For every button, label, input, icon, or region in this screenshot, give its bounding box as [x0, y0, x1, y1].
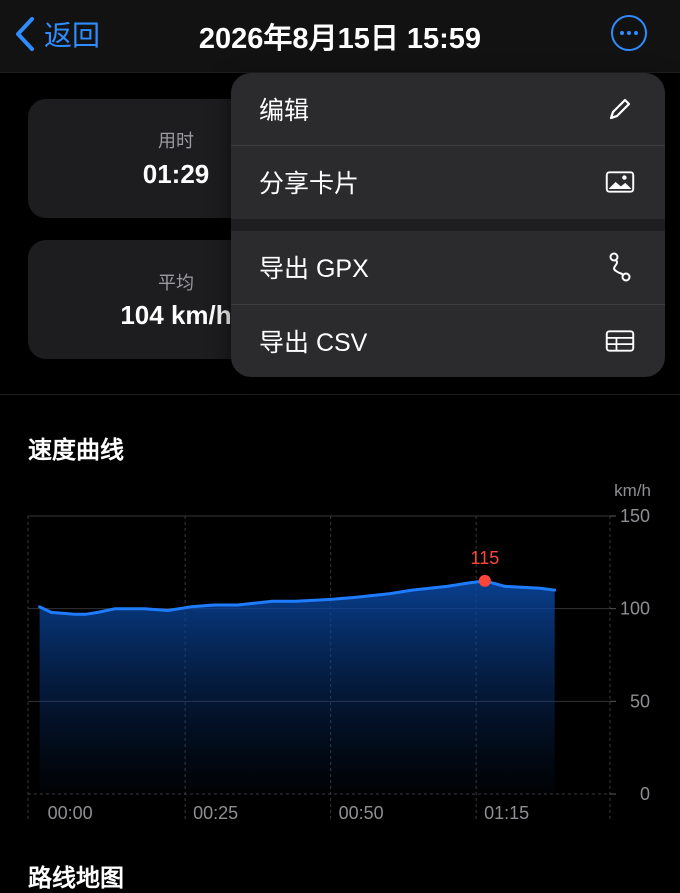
x-tick-label: 01:15: [484, 803, 529, 823]
route-icon: [605, 252, 635, 282]
menu-item-export-csv[interactable]: 导出 CSV: [231, 305, 665, 377]
menu-item-export-gpx[interactable]: 导出 GPX: [231, 231, 665, 303]
menu-item-label: 分享卡片: [259, 170, 360, 198]
y-tick-label: 150: [620, 506, 650, 526]
menu-item-label: 编辑: [259, 97, 310, 125]
menu-item-edit[interactable]: 编辑: [231, 73, 665, 145]
speed-section-title: 速度曲线: [28, 437, 124, 464]
menu-item-label: 导出 CSV: [259, 329, 368, 357]
x-tick-label: 00:50: [339, 803, 384, 823]
x-tick-label: 00:00: [48, 803, 93, 823]
y-tick-label: 50: [630, 691, 650, 711]
route-map-title: 路线地图: [28, 865, 124, 892]
peak-value-label: 115: [471, 548, 500, 568]
pencil-icon: [605, 94, 635, 124]
page-title: 2026年8月15日 15:59: [198, 23, 482, 55]
ellipsis-circle-icon[interactable]: [611, 15, 647, 51]
y-unit-label: km/h: [614, 481, 651, 500]
peak-marker: [478, 574, 491, 587]
y-tick-label: 100: [620, 599, 650, 619]
table-icon: [605, 326, 635, 356]
navigation-bar: 返回 2026年8月15日 15:59: [0, 0, 680, 73]
x-tick-label: 00:25: [193, 803, 238, 823]
section-divider: [0, 394, 680, 395]
image-icon: [605, 167, 635, 197]
y-tick-label: 0: [640, 784, 650, 804]
more-actions-menu: 编辑 分享卡片 导出 GPX 导出 CSV: [231, 73, 665, 377]
speed-chart: km/h 00:00 00:25 00:50 01:15 150 100 50 0 115: [27, 481, 651, 823]
menu-item-share-card[interactable]: 分享卡片: [231, 146, 665, 218]
menu-item-label: 导出 GPX: [259, 255, 369, 283]
speed-area: [39, 580, 555, 794]
menu-group-gap: [231, 219, 665, 231]
